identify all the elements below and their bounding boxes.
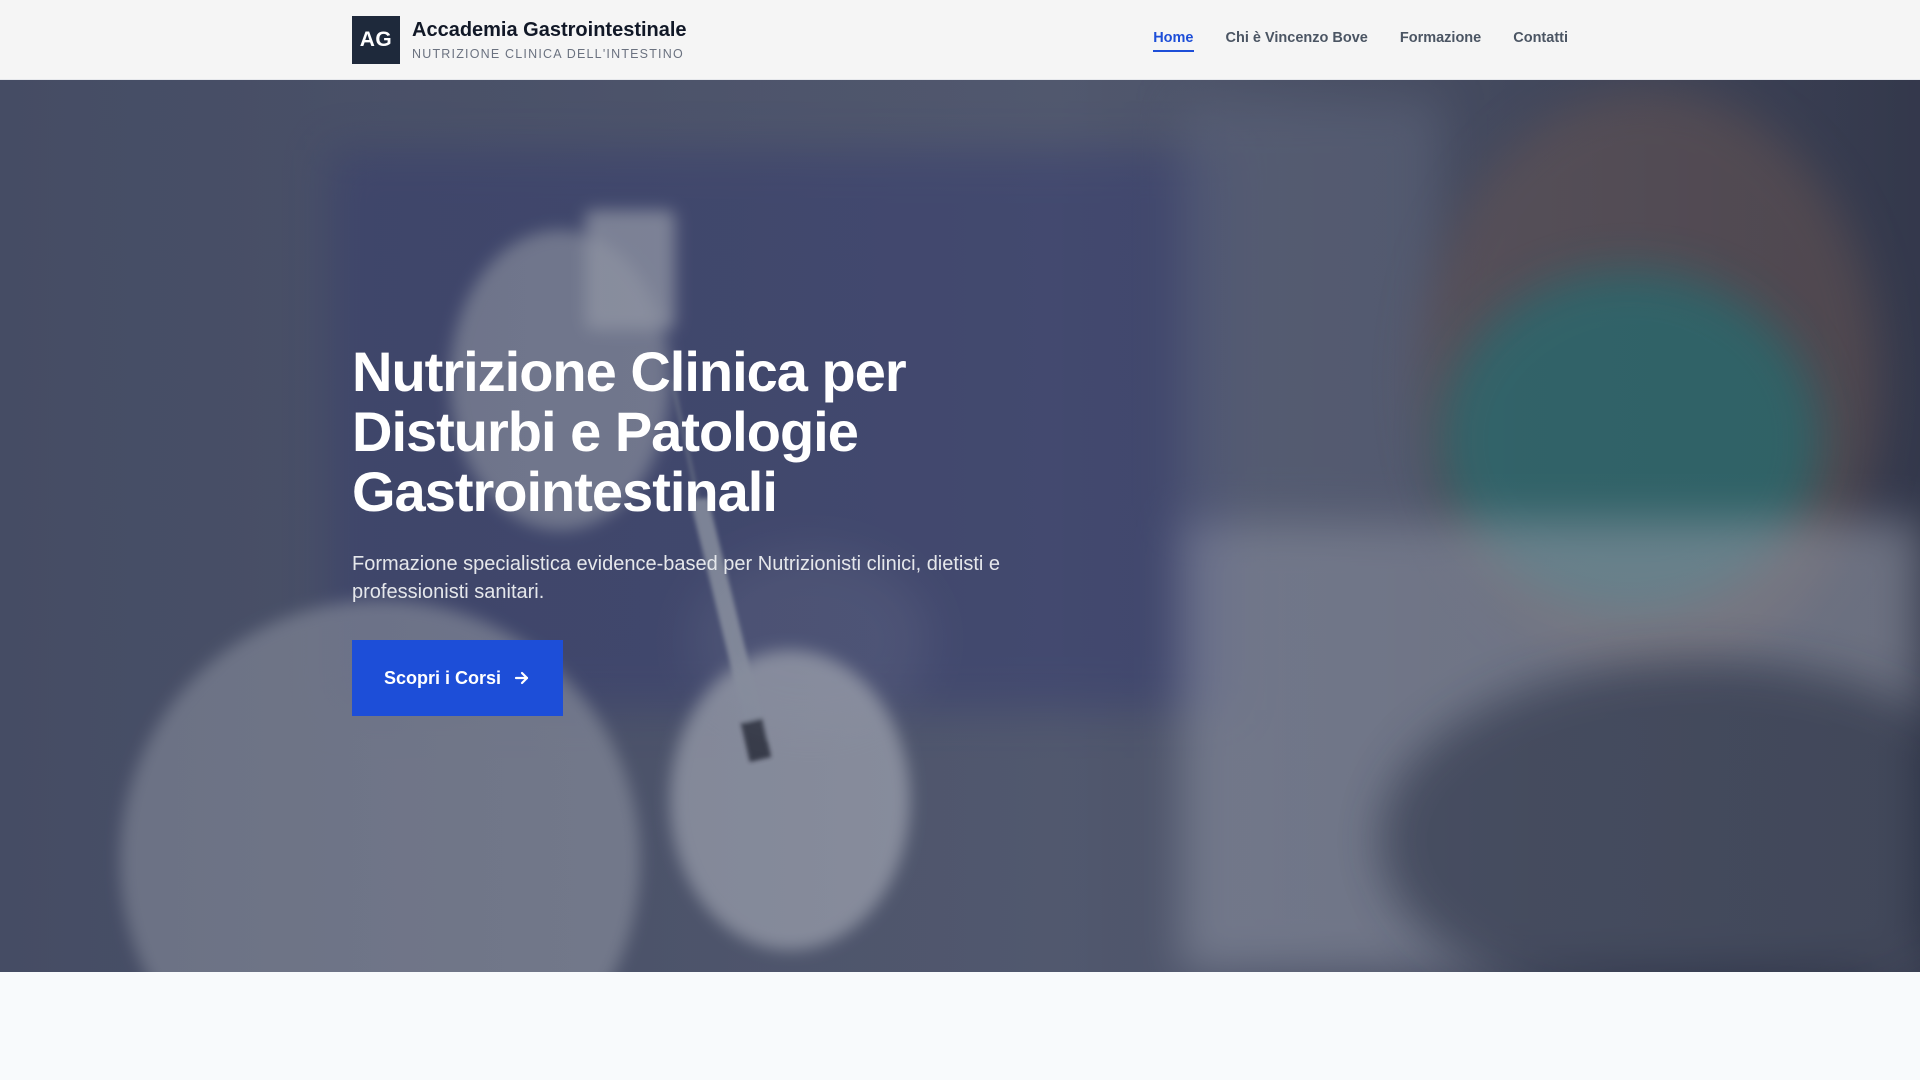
brand-logo[interactable]: AG (352, 16, 400, 64)
brand-text: Accademia Gastrointestinale NUTRIZIONE C… (412, 18, 687, 62)
cta-label: Scopri i Corsi (384, 667, 502, 688)
brand[interactable]: AG Accademia Gastrointestinale NUTRIZION… (352, 16, 687, 64)
hero-section: Nutrizione Clinica per Disturbi e Patolo… (0, 80, 1920, 972)
brand-tagline: NUTRIZIONE CLINICA DELL'INTESTINO (412, 47, 684, 61)
hero-title-line: Disturbi e Patologie (352, 400, 859, 463)
main-nav: Home Chi è Vincenzo Bove Formazione Cont… (1153, 30, 1568, 52)
nav-link-formazione[interactable]: Formazione (1400, 30, 1481, 52)
nav-link-contatti[interactable]: Contatti (1513, 30, 1568, 52)
below-hero-section (0, 972, 1920, 1080)
hero-subtitle: Formazione specialistica evidence-based … (352, 553, 1001, 603)
hero-content: Nutrizione Clinica per Disturbi e Patolo… (352, 342, 1052, 716)
arrow-right-icon (513, 669, 531, 687)
nav-link-chi-e-vincenzo-bove[interactable]: Chi è Vincenzo Bove (1226, 30, 1368, 52)
brand-name[interactable]: Accademia Gastrointestinale (412, 18, 687, 42)
hero-title: Nutrizione Clinica per Disturbi e Patolo… (352, 342, 1052, 522)
nav-link-home[interactable]: Home (1153, 30, 1194, 52)
hero-title-line: Nutrizione Clinica per (352, 340, 907, 403)
logo-initials: AG (359, 28, 393, 51)
discover-courses-button[interactable]: Scopri i Corsi (352, 640, 564, 716)
hero-title-line: Gastrointestinali (352, 460, 778, 523)
site-header: AG Accademia Gastrointestinale NUTRIZION… (0, 0, 1920, 80)
